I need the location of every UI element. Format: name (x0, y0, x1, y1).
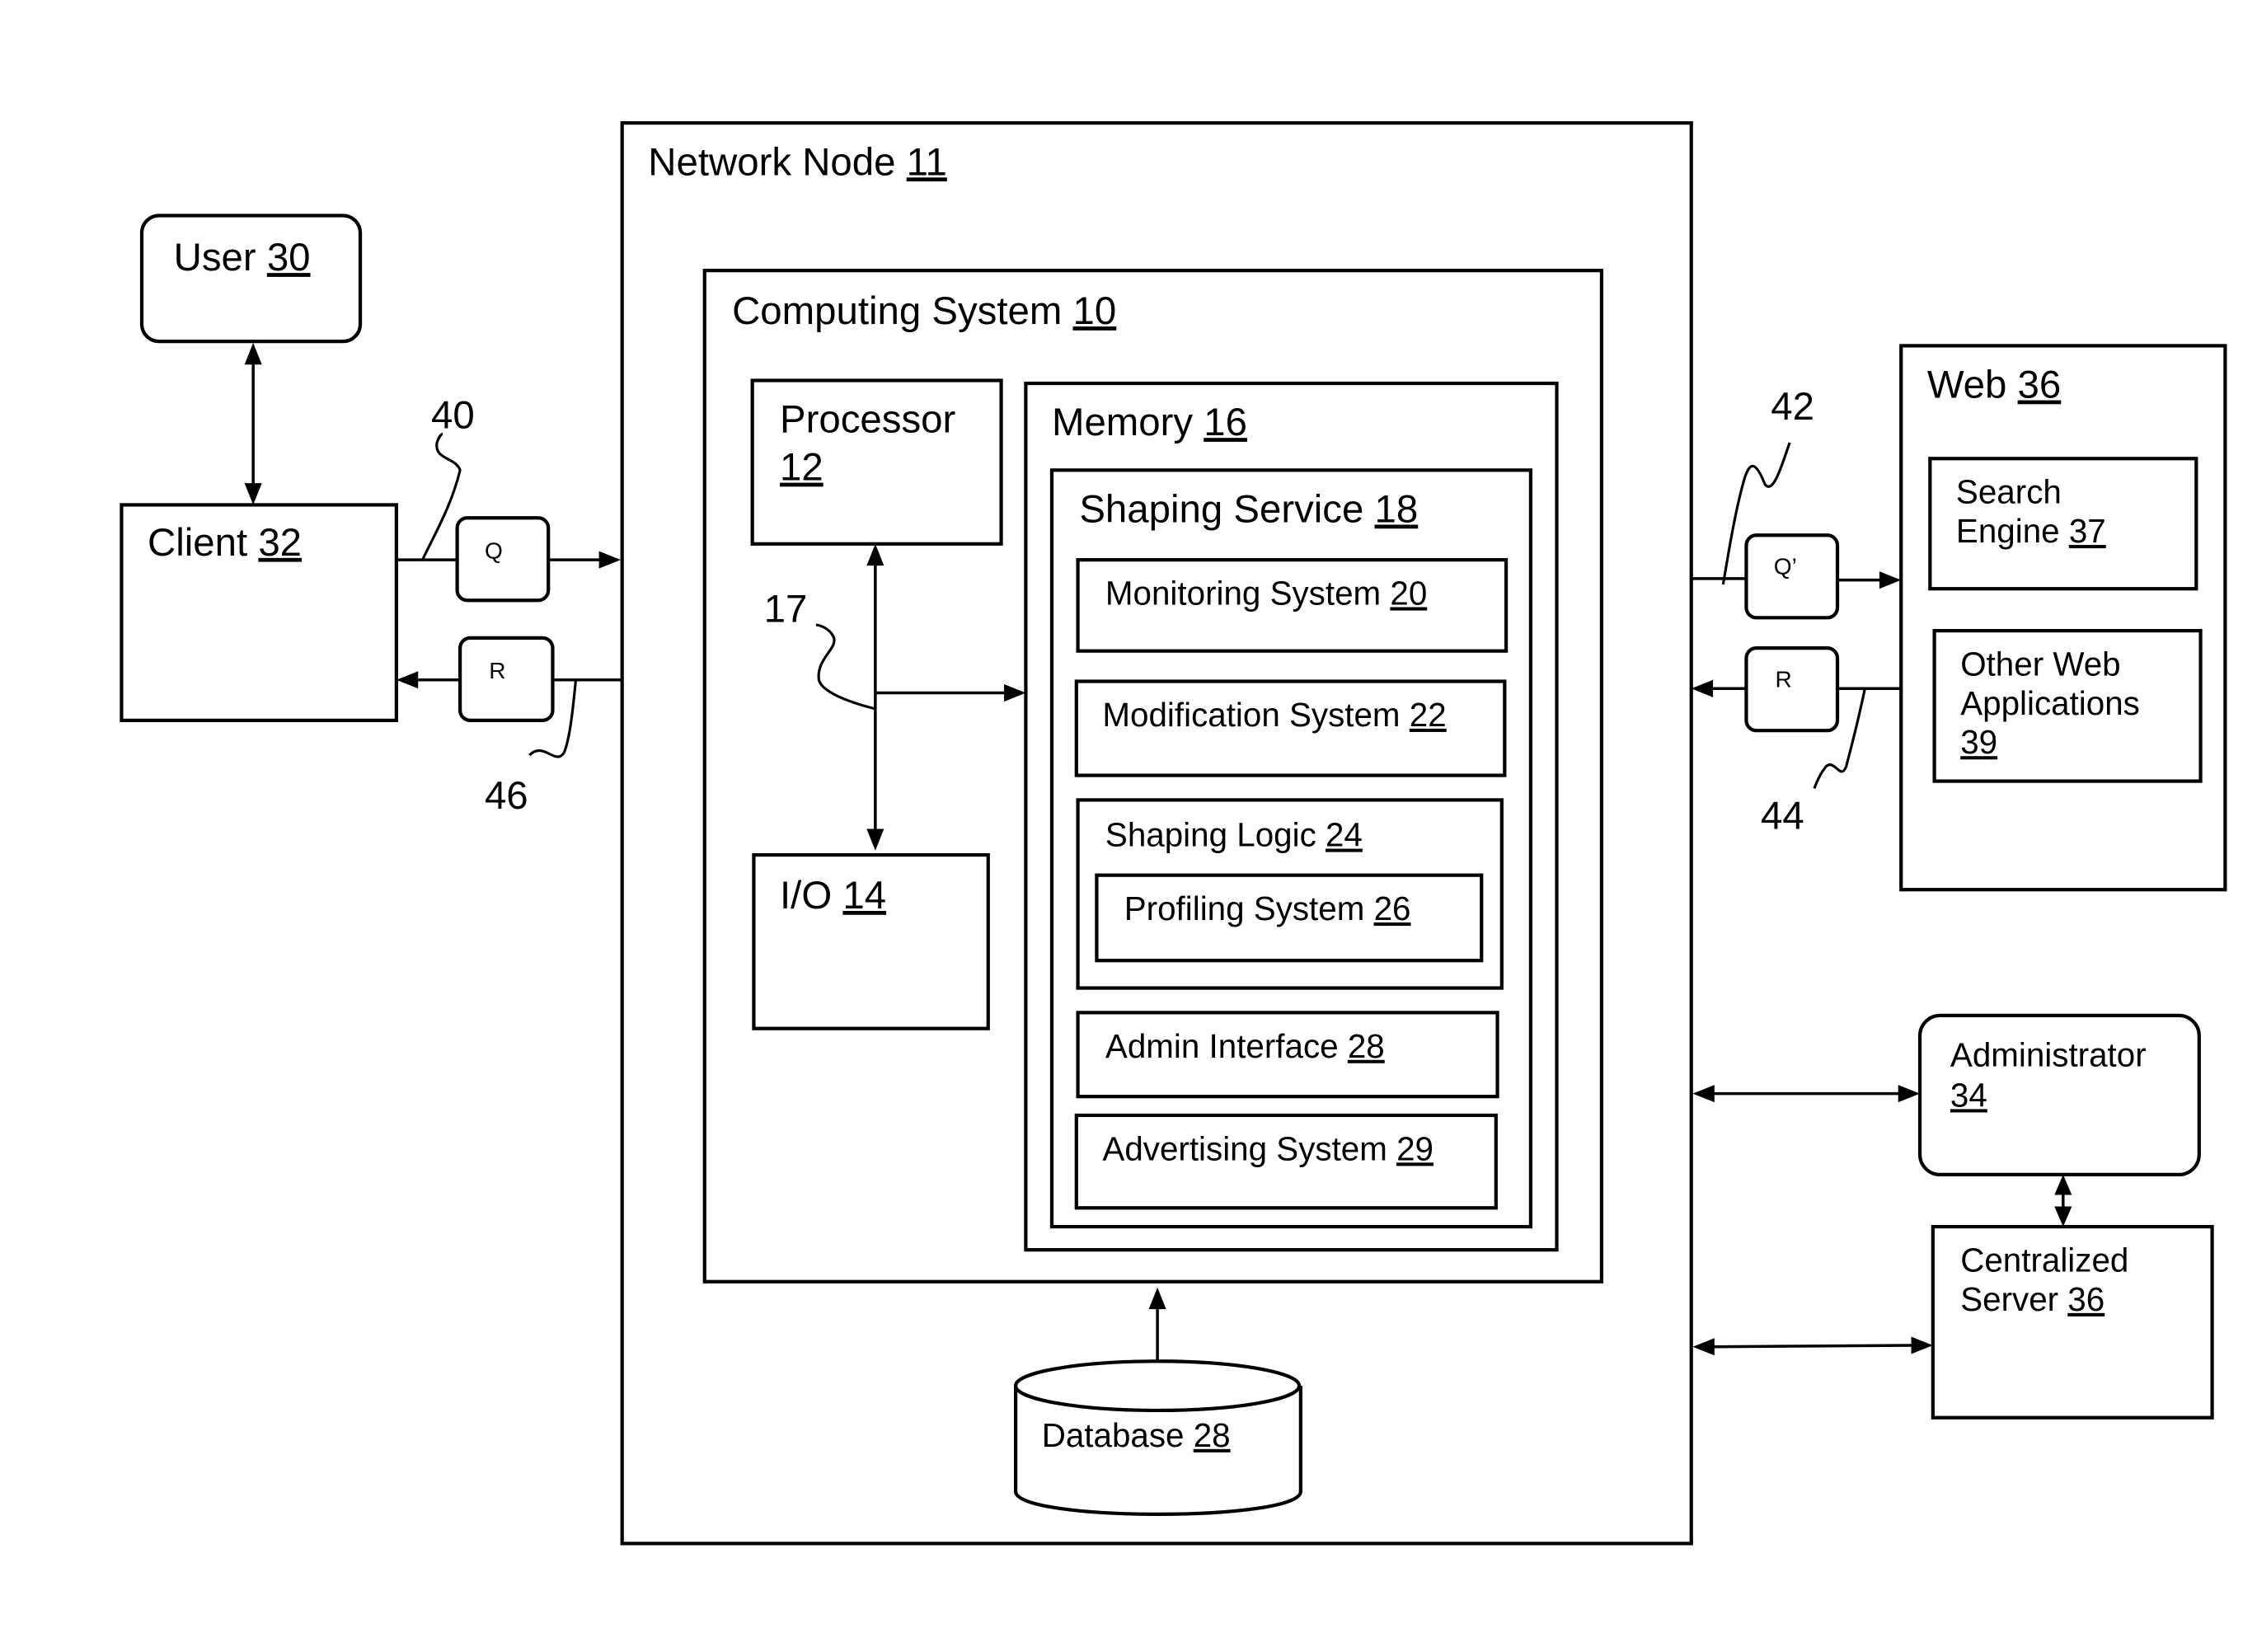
other-web-applications-line2: Applications (1960, 684, 2140, 722)
administrator-node: Administrator 34 (1917, 1013, 2201, 1177)
ref-label-40: 40 (431, 393, 475, 437)
processor-label: Processor (780, 398, 955, 442)
computing-system-label: Computing System 10 (732, 289, 1116, 333)
ref-label-46: 46 (485, 774, 528, 818)
arrow-left-icon (396, 671, 419, 689)
query-packet-q-prime-label: Q’ (1774, 554, 1797, 580)
web-node: Web 36 (1899, 344, 2227, 892)
user-label: User 30 (174, 236, 311, 279)
ref-label-42: 42 (1771, 385, 1814, 429)
database-label: Database 28 (1042, 1416, 1231, 1454)
client-label: Client 32 (148, 521, 302, 565)
modification-system-label: Modification System 22 (1102, 696, 1446, 734)
monitoring-system-label: Monitoring System 20 (1105, 575, 1427, 612)
web-box (1899, 344, 2227, 892)
advertising-system: Advertising System 29 (1074, 1113, 1498, 1210)
client-node: Client 32 (120, 503, 399, 723)
other-web-applications: Other Web Applications 39 (1932, 628, 2203, 783)
web-label: Web 36 (1927, 364, 2061, 407)
system-architecture-diagram: User 30 Client 32 Q R 40 46 Network Node… (120, 121, 2227, 1546)
query-packet-q-label: Q (485, 537, 503, 563)
admin-interface: Admin Interface 28 (1076, 1011, 1499, 1099)
client-query-path: Q (396, 516, 621, 603)
response-packet-r-label: R (489, 658, 505, 683)
arrow-left-icon (1691, 679, 1714, 697)
monitoring-system: Monitoring System 20 (1076, 558, 1509, 653)
centralized-server-line2: Server 36 (1960, 1280, 2104, 1318)
admin-interface-label: Admin Interface 28 (1105, 1027, 1385, 1065)
network-admin-arrow (1692, 1085, 1921, 1103)
modification-system: Modification System 22 (1074, 679, 1507, 777)
shaping-logic-label: Shaping Logic 24 (1105, 816, 1363, 854)
network-server-arrow (1692, 1336, 1933, 1356)
shaping-service-label: Shaping Service 18 (1079, 487, 1418, 531)
other-web-applications-ref: 39 (1960, 723, 1997, 761)
other-web-applications-line1: Other Web (1960, 645, 2120, 683)
search-engine: Search Engine 37 (1928, 457, 2198, 591)
administrator-label: Administrator (1950, 1035, 2147, 1073)
user-node: User 30 (139, 214, 363, 344)
administrator-ref: 34 (1950, 1076, 1987, 1114)
network-node-label: Network Node 11 (648, 140, 947, 184)
ref-label-44: 44 (1761, 795, 1804, 838)
arrow-right-icon (1879, 571, 1902, 589)
io: I/O 14 (752, 852, 990, 1030)
processor-ref: 12 (780, 446, 824, 490)
response-packet-r-web-label: R (1776, 667, 1792, 692)
web-query-path: Q’ (1691, 533, 1902, 620)
processor: Processor 12 (750, 378, 1003, 546)
query-packet-q (455, 516, 551, 603)
response-packet-r (458, 636, 555, 723)
profiling-system: Profiling System 26 (1095, 873, 1484, 963)
database-cylinder-top (1013, 1359, 1302, 1413)
centralized-server-line1: Centralized (1960, 1241, 2128, 1279)
profiling-system-label: Profiling System 26 (1124, 889, 1411, 927)
arrow-right-icon (598, 551, 621, 569)
user-client-arrow (244, 342, 262, 505)
ref-label-17: 17 (764, 588, 808, 631)
memory-label: Memory 16 (1052, 401, 1247, 444)
admin-server-arrow (2054, 1174, 2072, 1227)
centralized-server-node: Centralized Server 36 (1931, 1224, 2214, 1420)
web-response-path: R (1691, 646, 1902, 733)
search-engine-label-line2: Engine 37 (1956, 512, 2106, 550)
advertising-system-label: Advertising System 29 (1102, 1129, 1434, 1167)
client-response-path: R (396, 636, 621, 723)
io-label: I/O 14 (780, 874, 886, 918)
search-engine-label-line1: Search (1956, 473, 2062, 511)
